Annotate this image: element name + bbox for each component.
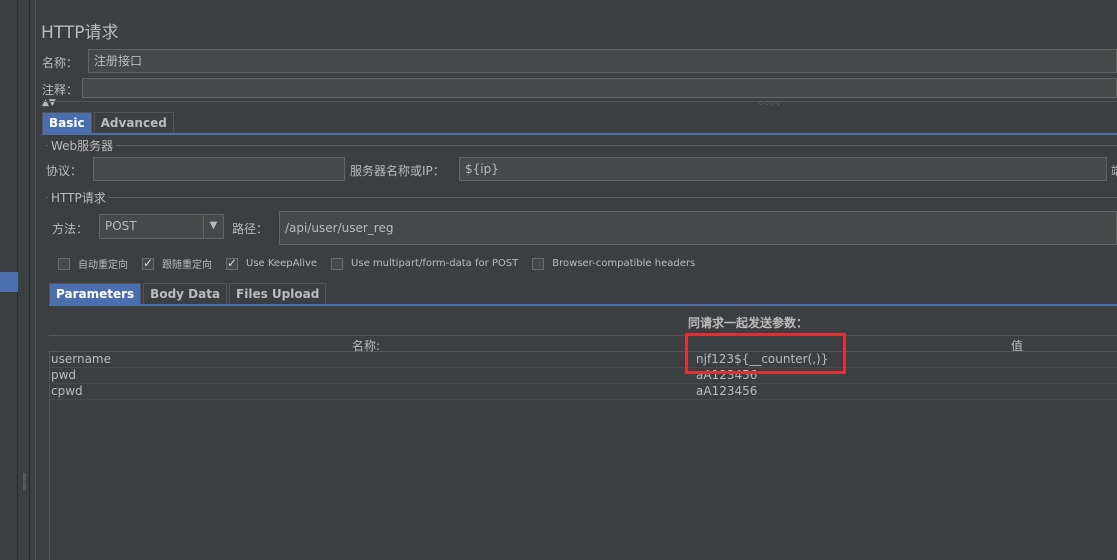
divider-grip-icon[interactable]: ⁘⁘⁘⁘ [758,99,782,108]
tab-underline [42,133,1117,135]
options-checkboxes: 自动重定向 跟随重定向 Use KeepAlive Use multipart/… [58,256,709,271]
checkbox-multipart[interactable]: Use multipart/form-data for POST [331,256,518,271]
param-name-cell[interactable]: cpwd [51,384,83,398]
checkbox-label: Browser-compatible headers [552,258,696,269]
web-server-title: Web服务器 [48,137,117,154]
tab-body-data[interactable]: Body Data [143,283,228,304]
name-label: 名称： [42,56,79,70]
path-field[interactable]: /api/user/user_reg [279,211,1117,245]
params-caption: 同请求一起发送参数： [688,316,809,330]
web-server-section [46,145,1117,146]
protocol-label: 协议： [46,164,83,178]
params-table: 名称: 值 username njf123${__counter(,)} pwd… [49,335,1117,400]
checkbox-label: Use KeepAlive [246,258,318,269]
comment-label: 注释： [42,83,79,97]
chevron-down-icon[interactable]: ▼ [203,215,223,238]
table-row[interactable]: username njf123${__counter(,)} [49,352,1117,368]
checkbox-label: 跟随重定向 [162,260,212,271]
annotation-highlight-box [685,333,846,374]
http-request-section [46,197,1117,198]
checkbox-box[interactable] [58,257,70,270]
checkbox-box[interactable] [142,256,154,270]
comment-field[interactable] [82,78,1117,98]
param-value-cell[interactable]: aA123456 [696,384,757,398]
http-request-title: HTTP请求 [48,189,109,206]
server-label: 服务器名称或IP： [350,164,445,178]
checkbox-box[interactable] [226,256,238,270]
server-field[interactable]: ${ip} [459,157,1107,181]
tab-basic[interactable]: Basic [42,112,92,133]
param-name-cell[interactable]: username [51,352,111,366]
checkbox-box[interactable] [331,257,344,270]
tab-advanced[interactable]: Advanced [93,112,174,133]
params-tab-underline [49,304,1117,306]
resize-divider[interactable]: ⁘⁘⁘⁘ [42,99,1117,108]
checkbox-keepalive[interactable]: Use KeepAlive [226,256,317,271]
params-table-header: 名称: 值 [49,335,1117,353]
tree-panel[interactable] [0,0,18,560]
panel-title: HTTP请求 [41,23,119,43]
tab-files-upload[interactable]: Files Upload [229,283,327,304]
path-label: 路径： [232,222,269,236]
panel-splitter[interactable]: ‖‖ [18,0,30,560]
params-tabs: Parameters Body Data Files Upload [49,283,328,304]
method-value: POST [105,219,137,233]
method-label: 方法： [52,222,89,236]
protocol-field[interactable] [93,157,345,181]
checkbox-browser-headers[interactable]: Browser-compatible headers [532,256,695,271]
port-label: 端 [1111,162,1117,179]
http-request-panel: HTTP请求 名称： 注册接口 注释： ▲▼ ⁘⁘⁘⁘ Basic Advanc… [36,0,1117,560]
checkbox-box[interactable] [532,257,545,270]
method-select[interactable]: POST ▼ [99,214,224,239]
checkbox-auto-redirect[interactable]: 自动重定向 [58,256,128,271]
tab-parameters[interactable]: Parameters [49,283,142,304]
name-field[interactable]: 注册接口 [88,49,1117,73]
splitter-grip-icon[interactable]: ‖‖ [20,472,29,490]
checkbox-label: 自动重定向 [78,260,128,271]
table-row[interactable]: cpwd aA123456 [49,384,1117,400]
checkbox-follow-redirects[interactable]: 跟随重定向 [142,256,212,271]
top-tabs: Basic Advanced [42,112,176,133]
table-row[interactable]: pwd aA123456 [49,368,1117,384]
checkbox-label: Use multipart/form-data for POST [351,258,519,269]
tree-selected-item[interactable] [0,272,18,292]
param-name-cell[interactable]: pwd [51,368,76,382]
